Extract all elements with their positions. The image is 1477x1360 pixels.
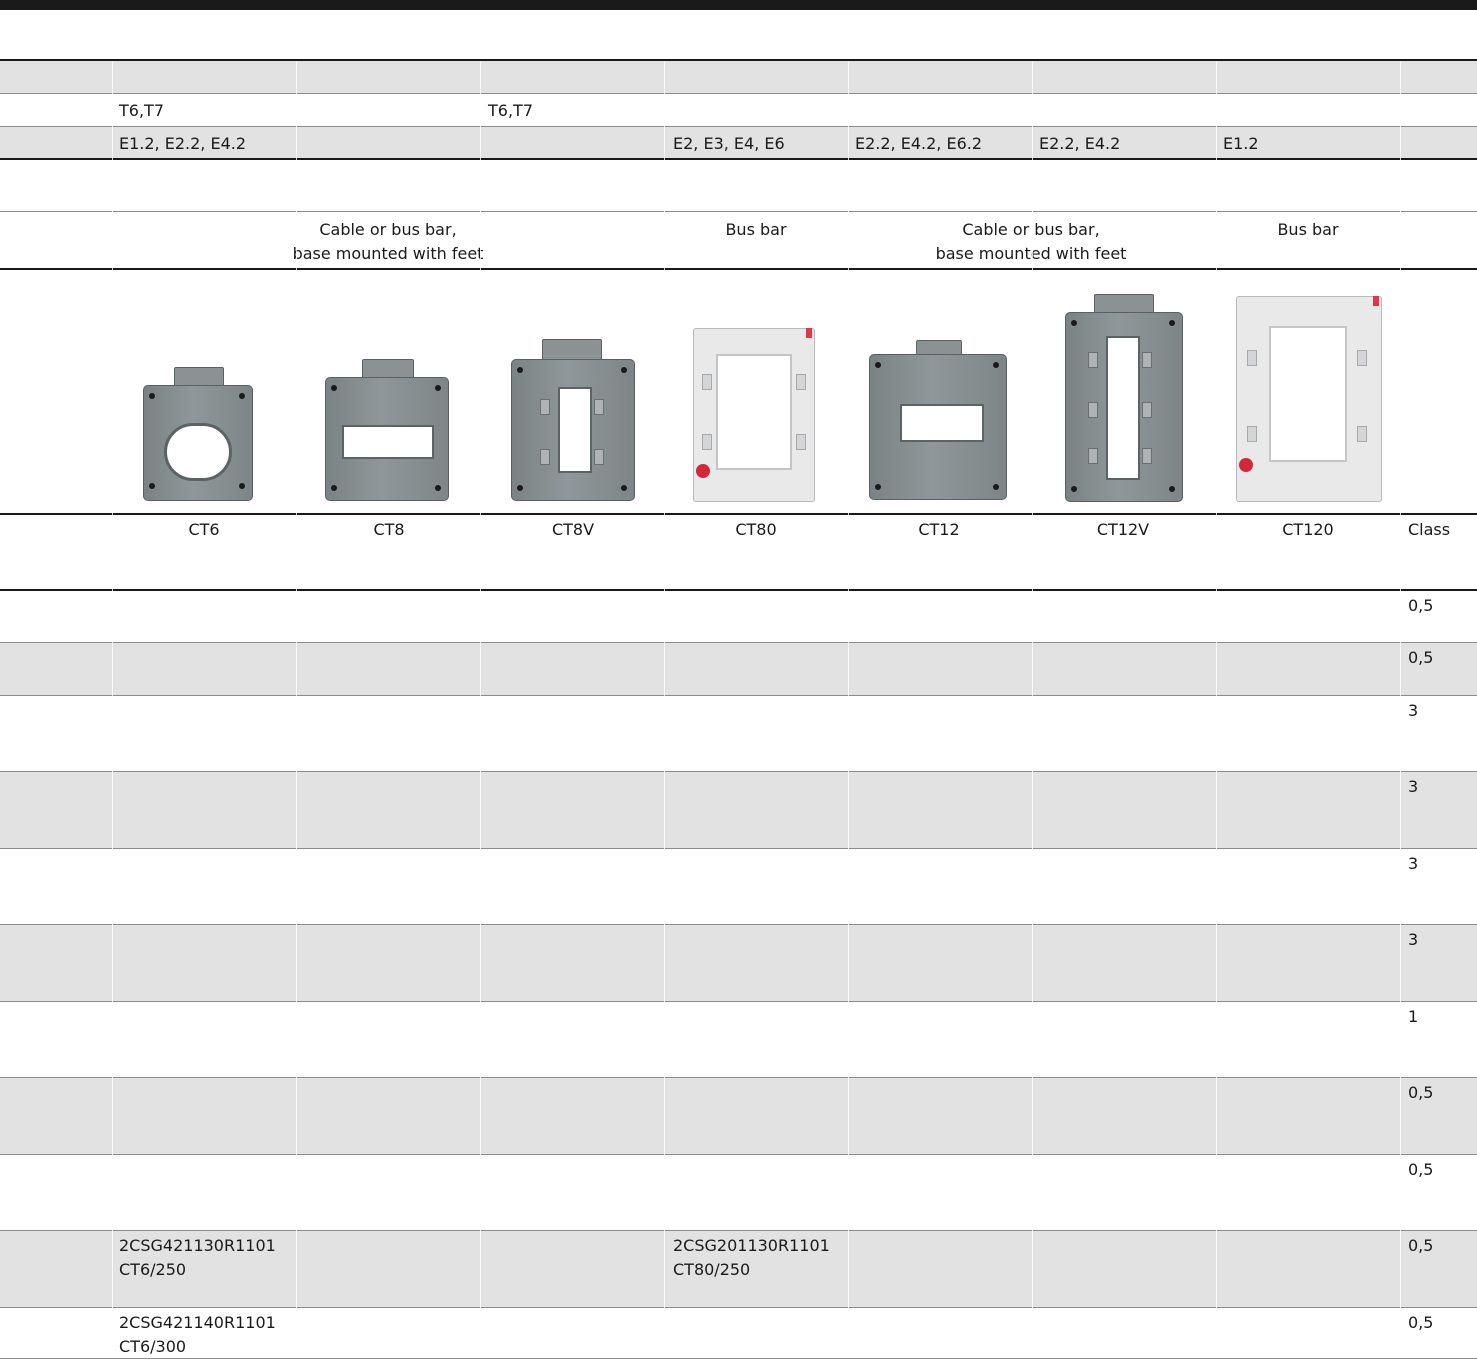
ct80-transformer-image bbox=[690, 322, 818, 504]
ct80-order-code: 2CSG201130R1101 CT80/250 bbox=[673, 1236, 830, 1279]
table-row: 0,5 bbox=[0, 1078, 1477, 1154]
mounting-type: Bus bar bbox=[725, 220, 787, 239]
model-label-ct80: CT80 bbox=[735, 520, 777, 539]
model-label-ct6: CT6 bbox=[188, 520, 220, 539]
class-value: 0,5 bbox=[1408, 1313, 1434, 1332]
model-label-ct12v: CT12V bbox=[1096, 520, 1150, 539]
table-row: 2CSG421130R1101 CT6/250 2CSG201130R1101 … bbox=[0, 1231, 1477, 1307]
rule bbox=[0, 268, 1477, 270]
model-label-ct8v: CT8V bbox=[551, 520, 595, 539]
tmax-breaker-ct6: T6,T7 bbox=[119, 101, 164, 120]
emax-breaker-ct12v: E2.2, E4.2 bbox=[1039, 134, 1121, 153]
table-row: 1 bbox=[0, 1002, 1477, 1077]
table-row: 3 bbox=[0, 849, 1477, 924]
tmax-breaker-ct8v: T6,T7 bbox=[488, 101, 533, 120]
mounting-type: Bus bar bbox=[1277, 220, 1339, 239]
class-value: 1 bbox=[1408, 1007, 1419, 1026]
rule bbox=[0, 1358, 1477, 1359]
ct6-order-code: 2CSG421130R1101 CT6/250 bbox=[119, 1236, 276, 1279]
class-value: 0,5 bbox=[1408, 596, 1434, 615]
mounting-type: Cable or bus bar, base mounted with feet bbox=[935, 220, 1127, 263]
rule bbox=[0, 158, 1477, 160]
mounting-type: Cable or bus bar, base mounted with feet bbox=[292, 220, 484, 263]
class-value: 3 bbox=[1408, 701, 1419, 720]
class-column-header: Class bbox=[1408, 520, 1451, 539]
table-row: 3 bbox=[0, 925, 1477, 1001]
table-row: 2CSG421140R1101 CT6/300 0,5 bbox=[0, 1308, 1477, 1358]
class-value: 0,5 bbox=[1408, 1236, 1434, 1255]
ct8-transformer-image bbox=[322, 357, 452, 503]
table-row: 3 bbox=[0, 772, 1477, 848]
emax-breaker-ct80: E2, E3, E4, E6 bbox=[673, 134, 785, 153]
class-value: 3 bbox=[1408, 777, 1419, 796]
emax-breaker-ct12: E2.2, E4.2, E6.2 bbox=[855, 134, 983, 153]
class-value: 3 bbox=[1408, 930, 1419, 949]
table-row: 3 bbox=[0, 696, 1477, 771]
class-value: 0,5 bbox=[1408, 648, 1434, 667]
table-row: 0,5 bbox=[0, 643, 1477, 695]
emax-breaker-ct6: E1.2, E2.2, E4.2 bbox=[119, 134, 247, 153]
model-label-ct120: CT120 bbox=[1282, 520, 1334, 539]
class-value: 0,5 bbox=[1408, 1083, 1434, 1102]
table-row: 0,5 bbox=[0, 591, 1477, 642]
ct120-transformer-image bbox=[1233, 290, 1385, 504]
model-label-ct12: CT12 bbox=[918, 520, 960, 539]
rule bbox=[0, 513, 1477, 515]
ct12v-transformer-image bbox=[1062, 292, 1186, 504]
ct6-order-code: 2CSG421140R1101 CT6/300 bbox=[119, 1313, 276, 1356]
ct8v-transformer-image bbox=[508, 337, 638, 503]
emax-breaker-ct120: E1.2 bbox=[1223, 134, 1259, 153]
top-rule bbox=[0, 0, 1477, 10]
model-label-ct8: CT8 bbox=[373, 520, 405, 539]
ct12-transformer-image bbox=[866, 338, 1010, 504]
gray-band bbox=[0, 61, 1477, 93]
rule bbox=[0, 93, 1477, 94]
ct6-transformer-image bbox=[140, 365, 256, 503]
class-value: 3 bbox=[1408, 854, 1419, 873]
rule bbox=[0, 211, 1477, 212]
table-row: 0,5 bbox=[0, 1155, 1477, 1230]
class-value: 0,5 bbox=[1408, 1160, 1434, 1179]
